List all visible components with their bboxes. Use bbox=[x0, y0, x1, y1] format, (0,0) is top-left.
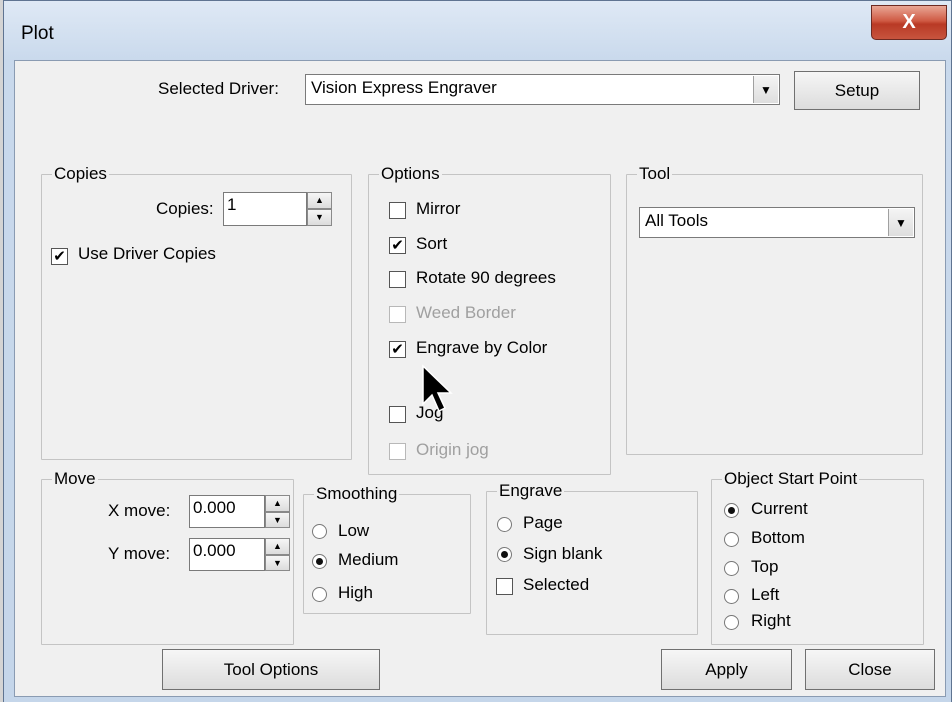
use-driver-copies-label: Use Driver Copies bbox=[78, 244, 216, 263]
spin-up-icon[interactable]: ▲ bbox=[265, 538, 290, 555]
start-top-label: Top bbox=[751, 557, 779, 576]
start-left-radio[interactable] bbox=[724, 589, 739, 604]
sort-checkbox[interactable]: ✔ bbox=[389, 237, 406, 254]
origin-jog-label: Origin jog bbox=[416, 440, 489, 459]
copies-group-label: Copies bbox=[54, 164, 107, 183]
copies-spinner[interactable]: ▲ ▼ bbox=[307, 192, 332, 226]
close-window-button[interactable]: X bbox=[871, 5, 947, 40]
rotate-90-checkbox[interactable] bbox=[389, 271, 406, 288]
close-button[interactable]: Close bbox=[805, 649, 935, 690]
engrave-sign-blank-label: Sign blank bbox=[523, 544, 603, 563]
spin-down-icon[interactable]: ▼ bbox=[265, 511, 290, 528]
window-title: Plot bbox=[21, 23, 54, 44]
driver-select[interactable]: Vision Express Engraver ▼ bbox=[305, 74, 780, 105]
tool-select-value: All Tools bbox=[645, 211, 708, 230]
plot-window: Plot X Selected Driver: Vision Express E… bbox=[3, 0, 952, 702]
jog-checkbox[interactable] bbox=[389, 406, 406, 423]
spin-up-icon[interactable]: ▲ bbox=[307, 192, 332, 209]
object-start-point-group: Object Start Point bbox=[711, 469, 924, 645]
smoothing-medium-label: Medium bbox=[338, 550, 399, 569]
chevron-down-icon[interactable]: ▼ bbox=[753, 76, 778, 103]
smoothing-medium-radio[interactable] bbox=[312, 554, 327, 569]
smoothing-group: Smoothing bbox=[303, 484, 471, 614]
engrave-by-color-checkbox[interactable]: ✔ bbox=[389, 341, 406, 358]
x-move-value: 0.000 bbox=[193, 498, 236, 517]
origin-jog-checkbox bbox=[389, 443, 406, 460]
smoothing-group-label: Smoothing bbox=[316, 484, 398, 503]
object-start-point-group-label: Object Start Point bbox=[724, 469, 858, 488]
sort-label: Sort bbox=[416, 234, 448, 253]
chevron-down-icon[interactable]: ▼ bbox=[888, 209, 913, 236]
selected-driver-label: Selected Driver: bbox=[158, 79, 279, 98]
x-move-spinner[interactable]: ▲ ▼ bbox=[265, 495, 290, 528]
engrave-page-label: Page bbox=[523, 513, 563, 532]
start-left-label: Left bbox=[751, 585, 780, 604]
rotate-90-label: Rotate 90 degrees bbox=[416, 268, 556, 287]
y-move-value: 0.000 bbox=[193, 541, 236, 560]
mouse-cursor-icon bbox=[422, 364, 453, 413]
engrave-selected-checkbox[interactable] bbox=[496, 578, 513, 595]
x-move-input[interactable]: 0.000 bbox=[189, 495, 265, 528]
start-top-radio[interactable] bbox=[724, 561, 739, 576]
smoothing-high-radio[interactable] bbox=[312, 587, 327, 602]
y-move-label: Y move: bbox=[108, 544, 171, 563]
engrave-sign-blank-radio[interactable] bbox=[497, 547, 512, 562]
spin-up-icon[interactable]: ▲ bbox=[265, 495, 290, 512]
engrave-group-label: Engrave bbox=[499, 481, 563, 500]
driver-select-value: Vision Express Engraver bbox=[311, 78, 497, 97]
weed-border-checkbox bbox=[389, 306, 406, 323]
start-right-label: Right bbox=[751, 611, 791, 630]
weed-border-label: Weed Border bbox=[416, 303, 516, 322]
start-bottom-radio[interactable] bbox=[724, 532, 739, 547]
tool-select[interactable]: All Tools ▼ bbox=[639, 207, 915, 238]
mirror-checkbox[interactable] bbox=[389, 202, 406, 219]
x-move-label: X move: bbox=[108, 501, 171, 520]
options-group-label: Options bbox=[381, 164, 440, 183]
copies-label: Copies: bbox=[156, 199, 214, 218]
smoothing-high-label: High bbox=[338, 583, 373, 602]
copies-input-value: 1 bbox=[227, 195, 237, 214]
start-right-radio[interactable] bbox=[724, 615, 739, 630]
start-bottom-label: Bottom bbox=[751, 528, 805, 547]
y-move-spinner[interactable]: ▲ ▼ bbox=[265, 538, 290, 571]
use-driver-copies-checkbox[interactable]: ✔ bbox=[51, 248, 68, 265]
copies-input[interactable]: 1 bbox=[223, 192, 307, 226]
dialog-body: Selected Driver: Vision Express Engraver… bbox=[14, 60, 946, 697]
engrave-selected-label: Selected bbox=[523, 575, 590, 594]
smoothing-low-radio[interactable] bbox=[312, 524, 327, 539]
move-group-label: Move bbox=[54, 469, 96, 488]
start-current-radio[interactable] bbox=[724, 503, 739, 518]
setup-button[interactable]: Setup bbox=[794, 71, 920, 110]
start-current-label: Current bbox=[751, 499, 808, 518]
tool-options-button[interactable]: Tool Options bbox=[162, 649, 380, 690]
mirror-label: Mirror bbox=[416, 199, 461, 218]
engrave-page-radio[interactable] bbox=[497, 517, 512, 532]
tool-group-label: Tool bbox=[639, 164, 671, 183]
apply-button[interactable]: Apply bbox=[661, 649, 792, 690]
spin-down-icon[interactable]: ▼ bbox=[265, 554, 290, 571]
smoothing-low-label: Low bbox=[338, 521, 370, 540]
engrave-by-color-label: Engrave by Color bbox=[416, 338, 548, 357]
y-move-input[interactable]: 0.000 bbox=[189, 538, 265, 571]
spin-down-icon[interactable]: ▼ bbox=[307, 209, 332, 226]
